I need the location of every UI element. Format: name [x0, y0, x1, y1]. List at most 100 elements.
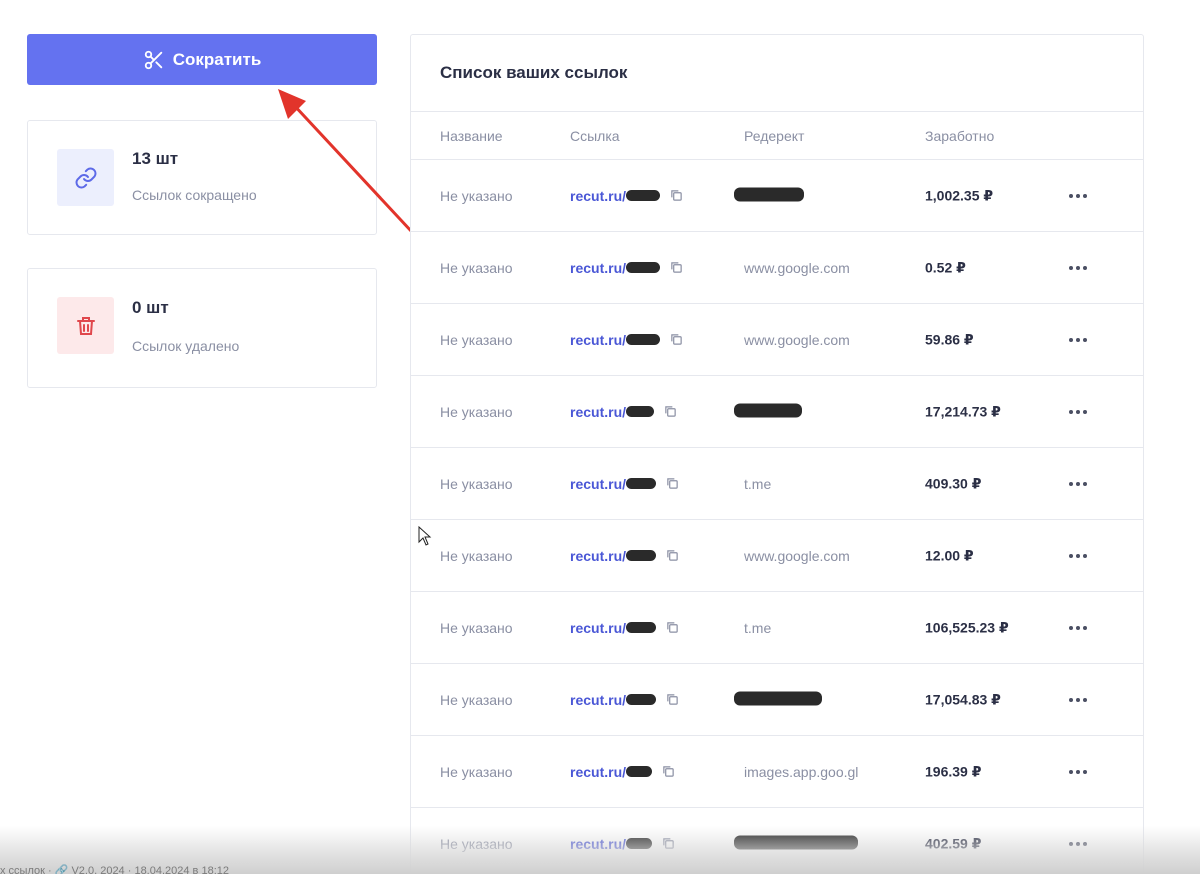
- row-earned: 402.59 ₽: [925, 835, 982, 851]
- more-dots-icon[interactable]: [1069, 265, 1087, 270]
- row-more-button[interactable]: [1069, 697, 1087, 702]
- row-name: Не указано: [440, 187, 513, 204]
- row-link-text[interactable]: recut.ru/: [570, 188, 626, 204]
- row-link-text[interactable]: recut.ru/: [570, 548, 626, 564]
- row-link-redacted: [626, 838, 653, 849]
- table-row[interactable]: Не указано recut.ru/ 17,214.73 ₽: [411, 376, 1143, 448]
- deleted-label: Ссылок удалено: [132, 338, 240, 354]
- row-earned: 0.52 ₽: [925, 259, 966, 275]
- row-earned: 17,054.83 ₽: [925, 691, 1001, 707]
- row-name: Не указано: [440, 763, 513, 780]
- row-redirect[interactable]: www.google.com: [744, 548, 850, 564]
- more-dots-icon[interactable]: [1069, 553, 1087, 558]
- row-earned: 196.39 ₽: [925, 763, 982, 779]
- row-link[interactable]: recut.ru/: [570, 836, 675, 852]
- scissors-icon: [144, 50, 162, 69]
- header-earned: Заработно: [925, 127, 995, 144]
- row-link[interactable]: recut.ru/: [570, 764, 675, 780]
- more-dots-icon[interactable]: [1069, 769, 1087, 774]
- row-link-redacted: [626, 550, 657, 561]
- row-link[interactable]: recut.ru/: [570, 620, 679, 636]
- row-link-text[interactable]: recut.ru/: [570, 620, 626, 636]
- row-earned: 106,525.23 ₽: [925, 619, 1009, 635]
- row-link-redacted: [626, 262, 661, 273]
- row-more-button[interactable]: [1069, 769, 1087, 774]
- row-name: Не указано: [440, 835, 513, 852]
- copy-icon[interactable]: [670, 261, 683, 274]
- row-link-text[interactable]: recut.ru/: [570, 764, 626, 780]
- table-row[interactable]: Не указано recut.ru/ 402.59 ₽: [411, 808, 1143, 874]
- row-link-text[interactable]: recut.ru/: [570, 404, 626, 420]
- row-link[interactable]: recut.ru/: [570, 188, 683, 204]
- row-link-text[interactable]: recut.ru/: [570, 836, 626, 852]
- row-name: Не указано: [440, 475, 513, 492]
- more-dots-icon[interactable]: [1069, 697, 1087, 702]
- copy-icon[interactable]: [666, 621, 679, 634]
- row-redirect[interactable]: www.google.com: [744, 260, 850, 276]
- row-link[interactable]: recut.ru/: [570, 332, 683, 348]
- copy-icon[interactable]: [664, 405, 677, 418]
- row-link-text[interactable]: recut.ru/: [570, 476, 626, 492]
- copy-icon[interactable]: [662, 837, 675, 850]
- table-row[interactable]: Не указано recut.ru/ 17,054.83 ₽: [411, 664, 1143, 736]
- row-earned: 1,002.35 ₽: [925, 187, 994, 203]
- more-dots-icon[interactable]: [1069, 625, 1087, 630]
- copy-icon[interactable]: [666, 549, 679, 562]
- table-header: Название Ссылка Редерект Заработно: [411, 112, 1143, 160]
- table-row[interactable]: Не указано recut.ru/ t.me 409.30 ₽: [411, 448, 1143, 520]
- table-row[interactable]: Не указано recut.ru/ 1,002.35 ₽: [411, 160, 1143, 232]
- row-name: Не указано: [440, 331, 513, 348]
- row-more-button[interactable]: [1069, 193, 1087, 198]
- row-link[interactable]: recut.ru/: [570, 476, 679, 492]
- row-link[interactable]: recut.ru/: [570, 692, 679, 708]
- more-dots-icon[interactable]: [1069, 409, 1087, 414]
- row-more-button[interactable]: [1069, 625, 1087, 630]
- row-more-button[interactable]: [1069, 409, 1087, 414]
- header-redirect: Редерект: [744, 127, 805, 144]
- link-icon: [57, 149, 114, 206]
- copy-icon[interactable]: [670, 189, 683, 202]
- mouse-cursor-icon: [418, 526, 432, 546]
- copy-icon[interactable]: [662, 765, 675, 778]
- row-link-redacted: [626, 622, 657, 633]
- copy-icon[interactable]: [666, 477, 679, 490]
- more-dots-icon[interactable]: [1069, 841, 1087, 846]
- row-link[interactable]: recut.ru/: [570, 260, 683, 276]
- more-dots-icon[interactable]: [1069, 481, 1087, 486]
- table-row[interactable]: Не указано recut.ru/ www.google.com 59.8…: [411, 304, 1143, 376]
- row-more-button[interactable]: [1069, 553, 1087, 558]
- row-link-text[interactable]: recut.ru/: [570, 332, 626, 348]
- row-earned: 17,214.73 ₽: [925, 403, 1001, 419]
- table-row[interactable]: Не указано recut.ru/ images.app.goo.gl 1…: [411, 736, 1143, 808]
- row-link-redacted: [626, 694, 657, 705]
- table-row[interactable]: Не указано recut.ru/ www.google.com 0.52…: [411, 232, 1143, 304]
- copy-icon[interactable]: [670, 333, 683, 346]
- row-redirect-redacted: [734, 835, 858, 852]
- trash-icon: [57, 297, 114, 354]
- row-redirect[interactable]: t.me: [744, 620, 771, 636]
- row-redirect[interactable]: t.me: [744, 476, 771, 492]
- panel-title: Список ваших ссылок: [411, 35, 1143, 112]
- table-row[interactable]: Не указано recut.ru/ www.google.com 12.0…: [411, 520, 1143, 592]
- more-dots-icon[interactable]: [1069, 337, 1087, 342]
- header-link: Ссылка: [570, 127, 620, 144]
- row-earned: 12.00 ₽: [925, 547, 974, 563]
- row-redirect[interactable]: www.google.com: [744, 332, 850, 348]
- row-more-button[interactable]: [1069, 481, 1087, 486]
- row-link[interactable]: recut.ru/: [570, 548, 679, 564]
- shorten-button[interactable]: Сократить: [27, 34, 377, 85]
- table-row[interactable]: Не указано recut.ru/ t.me 106,525.23 ₽: [411, 592, 1143, 664]
- footer-text: х ссылок · 🔗 V2.0, 2024 · 18.04.2024 в 1…: [0, 865, 229, 874]
- row-redirect[interactable]: images.app.goo.gl: [744, 764, 858, 780]
- row-link-redacted: [626, 478, 657, 489]
- row-more-button[interactable]: [1069, 841, 1087, 846]
- row-link-text[interactable]: recut.ru/: [570, 692, 626, 708]
- stat-card-deleted: 0 шт Ссылок удалено: [27, 268, 377, 388]
- row-more-button[interactable]: [1069, 337, 1087, 342]
- copy-icon[interactable]: [666, 693, 679, 706]
- more-dots-icon[interactable]: [1069, 193, 1087, 198]
- row-link[interactable]: recut.ru/: [570, 404, 677, 420]
- row-more-button[interactable]: [1069, 265, 1087, 270]
- header-name: Название: [440, 127, 503, 144]
- row-link-text[interactable]: recut.ru/: [570, 260, 626, 276]
